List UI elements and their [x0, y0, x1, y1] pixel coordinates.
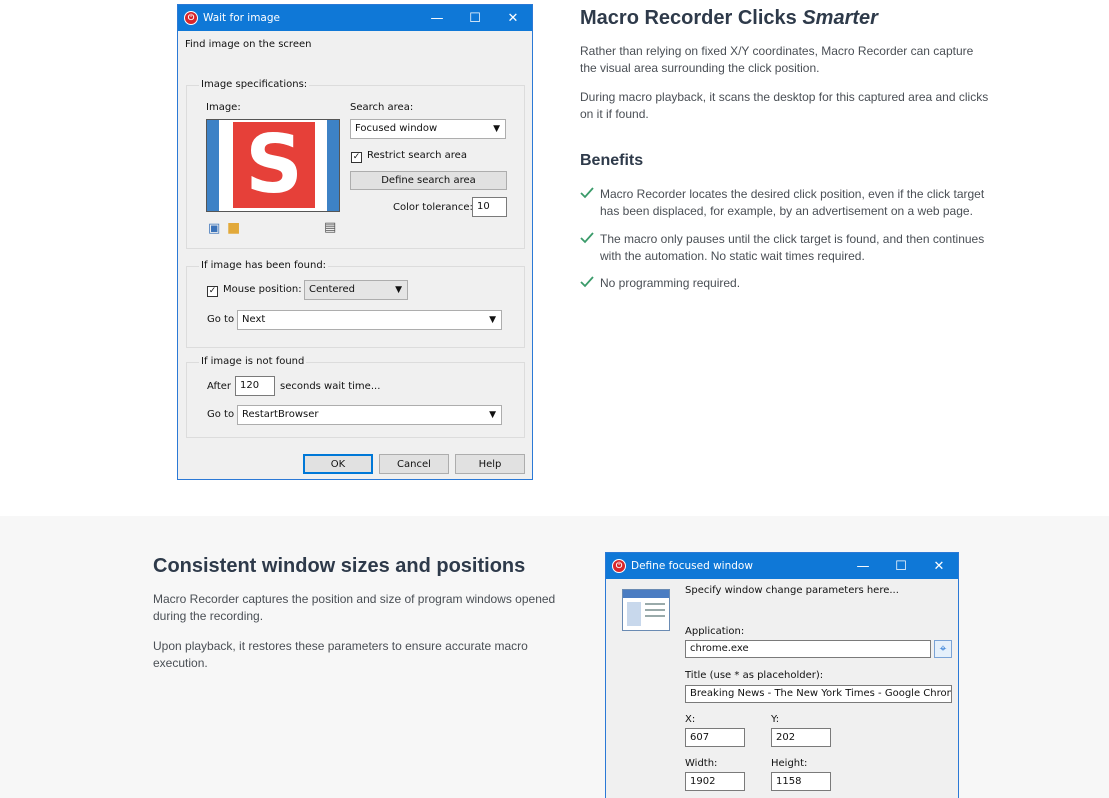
y-label: Y: — [771, 714, 780, 725]
benefit-item: The macro only pauses until the click ta… — [580, 231, 1000, 265]
dialog-title: Define focused window — [631, 560, 753, 572]
checkmark-icon — [580, 276, 594, 288]
not-found-goto-value: RestartBrowser — [242, 409, 319, 420]
benefit-item: Macro Recorder locates the desired click… — [580, 186, 1000, 220]
benefit-item: No programming required. — [580, 275, 1000, 292]
checkbox-check-icon: ✓ — [351, 152, 362, 163]
benefit-text: No programming required. — [600, 276, 741, 290]
define-search-area-button[interactable]: Define search area — [350, 171, 507, 190]
smarter-title-text: Macro Recorder Clicks — [580, 7, 803, 29]
width-input[interactable]: 1902 — [685, 772, 745, 791]
consistent-paragraph-2: Upon playback, it restores these paramet… — [153, 639, 528, 670]
open-folder-icon[interactable]: ■ — [227, 220, 240, 236]
consistent-title: Consistent window sizes and positions — [153, 555, 526, 577]
dialog-titlebar[interactable]: ⏻ Wait for image — ☐ ✕ — [178, 5, 532, 31]
chevron-down-icon: ▼ — [395, 285, 402, 295]
smarter-paragraph-2: During macro playback, it scans the desk… — [580, 90, 989, 121]
color-tolerance-input[interactable]: 10 — [472, 197, 507, 217]
window-title-label: Title (use * as placeholder): — [685, 670, 824, 681]
s-logo-icon: S — [245, 118, 303, 211]
wait-seconds-input[interactable]: 120 — [235, 376, 275, 396]
found-goto-select[interactable]: Next ▼ — [237, 310, 502, 330]
mouse-position-label: Mouse position: — [223, 284, 302, 295]
window-preview-icon — [622, 589, 670, 631]
not-found-goto-select[interactable]: RestartBrowser ▼ — [237, 405, 502, 425]
application-input[interactable]: chrome.exe — [685, 640, 931, 658]
restrict-search-checkbox[interactable]: ✓ Restrict search area — [351, 150, 467, 163]
not-found-group: If image is not found After 120 seconds … — [186, 356, 525, 438]
close-icon[interactable]: ✕ — [494, 5, 532, 31]
wait-time-label: seconds wait time... — [280, 381, 381, 392]
captured-image: S — [206, 119, 340, 212]
chevron-down-icon: ▼ — [489, 410, 496, 420]
smarter-title-emphasis: Smarter — [802, 7, 878, 29]
close-icon[interactable]: ✕ — [920, 553, 958, 579]
search-area-label: Search area: — [350, 102, 414, 113]
minimize-icon[interactable]: — — [844, 553, 882, 579]
benefit-text: Macro Recorder locates the desired click… — [600, 187, 985, 218]
cancel-button[interactable]: Cancel — [379, 454, 449, 474]
dialog-subtitle: Find image on the screen — [185, 39, 312, 50]
benefits-title: Benefits — [580, 152, 644, 169]
found-legend: If image has been found: — [199, 260, 329, 271]
dialog-title: Wait for image — [203, 12, 280, 24]
smarter-paragraph-1: Rather than relying on fixed X/Y coordin… — [580, 44, 974, 75]
dialog-titlebar[interactable]: ⏻ Define focused window — ☐ ✕ — [606, 553, 958, 579]
not-found-legend: If image is not found — [199, 356, 307, 367]
define-focused-window-dialog: ⏻ Define focused window — ☐ ✕ Specify wi… — [605, 552, 959, 798]
found-goto-value: Next — [242, 314, 266, 325]
application-label: Application: — [685, 626, 745, 637]
height-input[interactable]: 1158 — [771, 772, 831, 791]
mouse-position-select[interactable]: Centered ▼ — [304, 280, 408, 300]
help-button[interactable]: Help — [455, 454, 525, 474]
width-label: Width: — [685, 758, 718, 769]
consistent-paragraph-1: Macro Recorder captures the position and… — [153, 592, 556, 623]
checkmark-icon — [580, 187, 594, 199]
color-tolerance-label: Color tolerance: — [393, 202, 473, 213]
minimize-icon[interactable]: — — [418, 5, 456, 31]
chevron-down-icon: ▼ — [493, 124, 500, 134]
x-label: X: — [685, 714, 696, 725]
height-label: Height: — [771, 758, 808, 769]
target-picker-icon[interactable]: ⌖ — [934, 640, 952, 658]
x-input[interactable]: 607 — [685, 728, 745, 747]
macro-recorder-app-icon: ⏻ — [184, 11, 198, 25]
search-area-select[interactable]: Focused window ▼ — [350, 119, 506, 139]
found-group: If image has been found: ✓ Mouse position… — [186, 260, 525, 348]
maximize-icon[interactable]: ☐ — [456, 5, 494, 31]
search-area-value: Focused window — [355, 123, 438, 134]
mouse-position-value: Centered — [309, 284, 355, 295]
maximize-icon[interactable]: ☐ — [882, 553, 920, 579]
image-specs-group: Image specifications: Image: S ▣ ■ ▤ Sea… — [186, 79, 525, 249]
window-title-input[interactable]: Breaking News - The New York Times - Goo… — [685, 685, 952, 703]
dialog-subtitle: Specify window change parameters here... — [685, 585, 899, 596]
ok-button[interactable]: OK — [303, 454, 373, 474]
image-label: Image: — [206, 102, 241, 113]
checkbox-check-icon: ✓ — [207, 286, 218, 297]
checkmark-icon — [580, 232, 594, 244]
smarter-title: Macro Recorder Clicks Smarter — [580, 7, 878, 30]
chevron-down-icon: ▼ — [489, 315, 496, 325]
image-specs-legend: Image specifications: — [199, 79, 310, 90]
macro-recorder-app-icon: ⏻ — [612, 559, 626, 573]
paste-clipboard-icon[interactable]: ▤ — [324, 220, 336, 235]
after-label: After — [207, 381, 232, 392]
wait-for-image-dialog: ⏻ Wait for image — ☐ ✕ Find image on the… — [177, 4, 533, 480]
not-found-goto-label: Go to — [207, 409, 235, 420]
load-image-icon[interactable]: ▣ — [208, 221, 220, 236]
found-goto-label: Go to — [207, 314, 235, 325]
restrict-search-label: Restrict search area — [367, 150, 467, 161]
mouse-position-checkbox[interactable]: ✓ Mouse position: — [207, 284, 302, 297]
y-input[interactable]: 202 — [771, 728, 831, 747]
benefit-text: The macro only pauses until the click ta… — [600, 232, 985, 263]
